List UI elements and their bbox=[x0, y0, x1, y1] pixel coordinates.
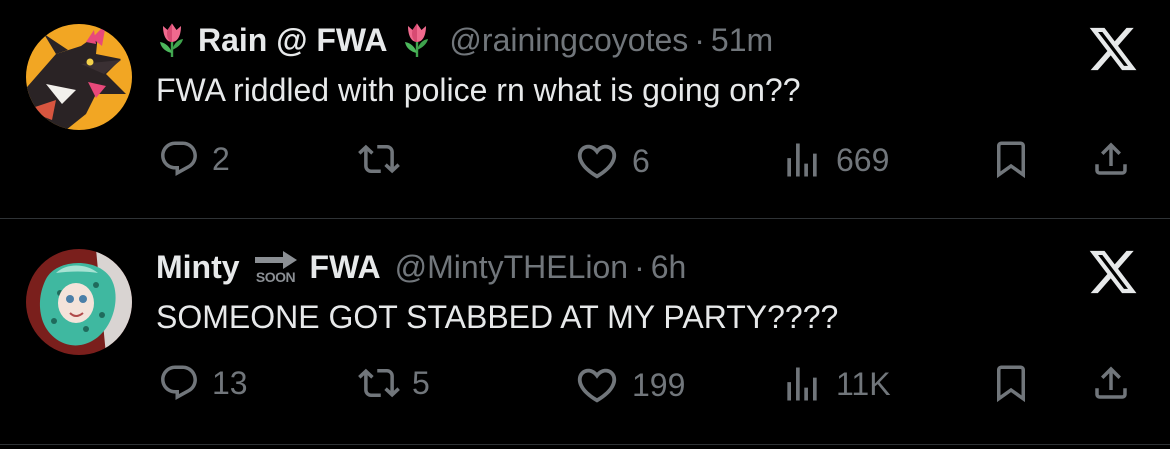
display-name-prefix[interactable]: Minty bbox=[156, 249, 240, 286]
display-name-suffix[interactable]: FWA bbox=[310, 249, 381, 286]
tulip-emoji-icon bbox=[401, 22, 433, 58]
reply-button[interactable]: 2 bbox=[158, 138, 230, 180]
soon-arrow-emoji: SOON bbox=[252, 249, 300, 285]
bookmark-button[interactable] bbox=[990, 138, 1032, 180]
tulip-emoji-icon bbox=[156, 22, 188, 58]
x-logo-icon[interactable] bbox=[1086, 245, 1140, 299]
right-arrow-icon bbox=[254, 251, 297, 269]
bookmark-icon bbox=[990, 138, 1032, 180]
views-icon bbox=[780, 138, 824, 182]
bookmark-button[interactable] bbox=[990, 362, 1032, 404]
timestamp[interactable]: 6h bbox=[651, 249, 687, 286]
reply-count: 2 bbox=[212, 140, 230, 177]
share-button[interactable] bbox=[1090, 138, 1132, 180]
separator-dot: · bbox=[694, 21, 705, 58]
bookmark-icon bbox=[990, 362, 1032, 404]
share-icon bbox=[1090, 138, 1132, 180]
display-name[interactable]: Rain @ FWA bbox=[198, 22, 387, 59]
retweet-button[interactable]: 5 bbox=[358, 362, 430, 404]
views-button[interactable]: 669 bbox=[780, 138, 889, 182]
retweet-icon bbox=[358, 362, 400, 404]
avatar[interactable] bbox=[26, 24, 132, 130]
user-handle[interactable]: @rainingcoyotes bbox=[449, 22, 688, 59]
like-button[interactable]: 199 bbox=[574, 362, 685, 408]
reply-count: 13 bbox=[212, 364, 248, 401]
tweet-text: FWA riddled with police rn what is going… bbox=[156, 72, 801, 108]
share-icon bbox=[1090, 362, 1132, 404]
retweet-button[interactable] bbox=[358, 138, 412, 180]
like-icon bbox=[574, 138, 620, 184]
user-handle[interactable]: @MintyTHELion bbox=[395, 249, 628, 286]
retweet-count: 5 bbox=[412, 364, 430, 401]
tweet[interactable]: Rain @ FWA @rainingcoyotes · 51m FWA rid… bbox=[0, 0, 1170, 219]
like-count: 6 bbox=[632, 142, 650, 179]
views-button[interactable]: 11K bbox=[780, 362, 891, 406]
reply-icon bbox=[158, 138, 200, 180]
like-icon bbox=[574, 362, 620, 408]
views-count: 11K bbox=[836, 365, 891, 402]
reply-icon bbox=[158, 362, 200, 404]
like-count: 199 bbox=[632, 366, 686, 403]
tweet-header: Minty SOON FWA @MintyTHELion · 6h bbox=[156, 245, 686, 289]
separator-dot: · bbox=[634, 248, 645, 285]
tweet[interactable]: Minty SOON FWA @MintyTHELion · 6h SOMEON… bbox=[0, 220, 1170, 445]
avatar[interactable] bbox=[26, 249, 132, 355]
retweet-icon bbox=[358, 138, 400, 180]
like-button[interactable]: 6 bbox=[574, 138, 650, 184]
x-logo-icon[interactable] bbox=[1086, 22, 1140, 76]
views-count: 669 bbox=[836, 141, 890, 178]
share-button[interactable] bbox=[1090, 362, 1132, 404]
tweet-header: Rain @ FWA @rainingcoyotes · 51m bbox=[156, 18, 773, 62]
timestamp[interactable]: 51m bbox=[711, 22, 773, 59]
reply-button[interactable]: 13 bbox=[158, 362, 248, 404]
tweet-text: SOMEONE GOT STABBED AT MY PARTY???? bbox=[156, 299, 839, 335]
views-icon bbox=[780, 362, 824, 406]
soon-label: SOON bbox=[255, 269, 296, 285]
